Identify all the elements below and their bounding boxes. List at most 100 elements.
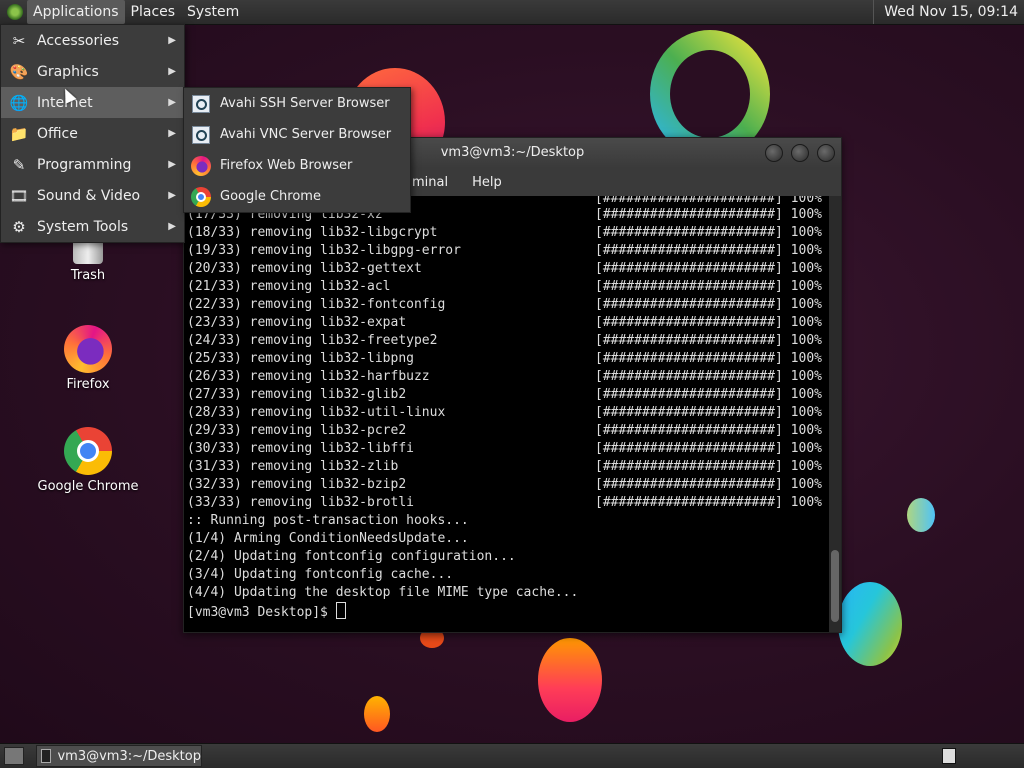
progress-percent: 100% [790,477,822,492]
progress-bar-text: [######################] [595,297,783,312]
terminal-icon [41,749,52,763]
terminal-line-text: (3/4) Updating fontconfig cache... [187,567,454,582]
close-button[interactable] [817,144,835,162]
progress-readout: [######################] 100% [595,440,822,458]
submenu-item-avahi-ssh[interactable]: Avahi SSH Server Browser [184,88,410,119]
progress-percent: 100% [790,441,822,456]
terminal-prompt-line[interactable]: [vm3@vm3 Desktop]$ [184,602,829,620]
firefox-label: Firefox [66,377,110,392]
progress-readout: [######################] 100% [595,458,822,476]
avahi-vnc-icon [192,125,210,144]
minimize-button[interactable] [765,144,783,162]
progress-percent: 100% [790,369,822,384]
terminal-scrollbar[interactable] [829,196,841,632]
applications-menu[interactable]: Applications [27,0,125,24]
menu-item-sound-video[interactable]: 🎞 Sound & Video ▶ [1,180,184,211]
progress-percent: 100% [790,405,822,420]
progress-readout: [######################] 100% [595,196,822,205]
terminal-line-text: (29/33) removing lib32-pcre2 [187,423,407,438]
menu-terminal[interactable]: minal [404,175,456,190]
terminal-line-text: :: Running post-transaction hooks... [187,513,469,528]
progress-percent: 100% [790,196,822,206]
submenu-item-firefox[interactable]: Firefox Web Browser [184,150,410,181]
progress-bar-text: [######################] [595,333,783,348]
progress-bar-text: [######################] [595,369,783,384]
progress-percent: 100% [790,279,822,294]
internet-globe-icon: 🌐 [9,93,29,112]
progress-percent: 100% [790,495,822,510]
avahi-ssh-icon [192,94,210,113]
progress-readout: [######################] 100% [595,278,822,296]
bottom-panel: vm3@vm3:~/Desktop [0,743,1024,768]
menu-help[interactable]: Help [464,175,510,190]
terminal-line: (31/33) removing lib32-zlib [############… [184,458,829,476]
chrome-icon-wrap [190,186,212,208]
progress-readout: [######################] 100% [595,206,822,224]
terminal-line: (22/33) removing lib32-fontconfig [######… [184,296,829,314]
progress-readout: [######################] 100% [595,296,822,314]
submenu-arrow-icon: ▶ [168,128,176,139]
taskbar-button-terminal[interactable]: vm3@vm3:~/Desktop [36,745,202,767]
clock[interactable]: Wed Nov 15, 09:14 [873,0,1024,24]
terminal-line-text: (30/33) removing lib32-libffi [187,441,414,456]
terminal-line: (20/33) removing lib32-gettext [#########… [184,260,829,278]
terminal-line: (2/4) Updating fontconfig configuration.… [184,548,829,566]
graphics-icon: 🎨 [9,62,29,81]
distro-logo-icon[interactable] [7,4,23,20]
menu-item-label: Graphics [37,63,99,80]
progress-bar-text: [######################] [595,207,783,222]
progress-readout: [######################] 100% [595,476,822,494]
desktop-icon-chrome[interactable]: Google Chrome [33,427,143,494]
terminal-line: (32/33) removing lib32-bzip2 [###########… [184,476,829,494]
terminal-line-text: (23/33) removing lib32-expat [187,315,407,330]
menu-item-programming[interactable]: ✎ Programming ▶ [1,149,184,180]
workspace-switcher[interactable] [942,748,956,764]
submenu-arrow-icon: ▶ [168,221,176,232]
submenu-item-avahi-vnc[interactable]: Avahi VNC Server Browser [184,119,410,150]
menu-item-internet[interactable]: 🌐 Internet ▶ [1,87,184,118]
progress-percent: 100% [790,333,822,348]
terminal-output[interactable]: [######################] 100% (17/33) rem… [184,196,829,632]
progress-readout: [######################] 100% [595,404,822,422]
top-panel: Applications Places System Wed Nov 15, 0… [0,0,1024,25]
scrollbar-thumb[interactable] [831,550,839,622]
progress-readout: [######################] 100% [595,260,822,278]
maximize-button[interactable] [791,144,809,162]
progress-bar-text: [######################] [595,351,783,366]
terminal-line-text: (1/4) Arming ConditionNeedsUpdate... [187,531,469,546]
progress-percent: 100% [790,261,822,276]
menu-item-graphics[interactable]: 🎨 Graphics ▶ [1,56,184,87]
progress-bar-text: [######################] [595,196,783,206]
progress-readout: [######################] 100% [595,224,822,242]
places-menu[interactable]: Places [125,0,182,24]
submenu-item-chrome[interactable]: Google Chrome [184,181,410,212]
menu-item-office[interactable]: 📁 Office ▶ [1,118,184,149]
trash-label: Trash [70,268,106,283]
progress-bar-text: [######################] [595,423,783,438]
system-menu[interactable]: System [181,0,245,24]
terminal-line-text: (31/33) removing lib32-zlib [187,459,399,474]
text-cursor [335,602,346,619]
progress-percent: 100% [790,315,822,330]
desktop-icon-firefox[interactable]: Firefox [33,325,143,392]
show-desktop-button[interactable] [4,747,24,765]
terminal-line: (33/33) removing lib32-brotli [##########… [184,494,829,512]
progress-readout: [######################] 100% [595,422,822,440]
progress-bar-text: [######################] [595,261,783,276]
terminal-line: (25/33) removing lib32-libpng [##########… [184,350,829,368]
progress-bar-text: [######################] [595,405,783,420]
decorative-small-green-blob [907,498,935,532]
progress-percent: 100% [790,351,822,366]
menu-item-label: Office [37,125,78,142]
terminal-line-text: (33/33) removing lib32-brotli [187,495,414,510]
menu-item-accessories[interactable]: ✂ Accessories ▶ [1,25,184,56]
decorative-blue-green-blob [838,582,902,666]
window-title: vm3@vm3:~/Desktop [440,145,585,160]
chrome-icon [191,186,211,207]
menu-item-label: Programming [37,156,132,173]
terminal-line: (4/4) Updating the desktop file MIME typ… [184,584,829,602]
terminal-line-text: (19/33) removing lib32-libgpg-error [187,243,461,258]
menu-item-system-tools[interactable]: ⚙ System Tools ▶ [1,211,184,242]
terminal-line-text: (32/33) removing lib32-bzip2 [187,477,407,492]
terminal-line: (1/4) Arming ConditionNeedsUpdate... [184,530,829,548]
